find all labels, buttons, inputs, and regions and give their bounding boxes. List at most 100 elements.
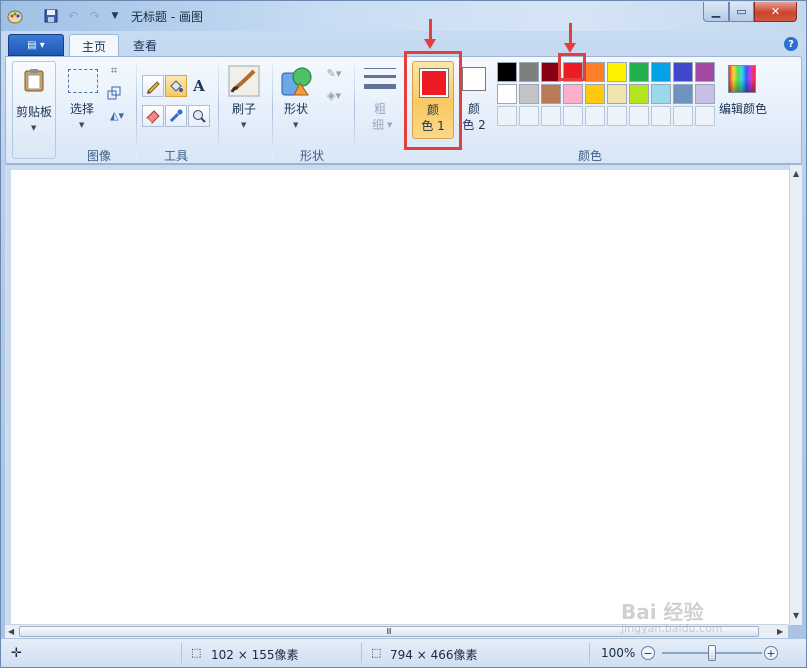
redo-icon[interactable]: ↷ [87,8,103,24]
color-picker-icon[interactable] [165,105,187,127]
palette-empty-slot[interactable] [673,106,693,126]
palette-empty-slot[interactable] [585,106,605,126]
scroll-down-icon[interactable]: ▼ [793,611,799,620]
zoom-out-icon[interactable]: − [641,646,655,660]
maximize-button[interactable]: ▭ [729,2,754,22]
magnifier-icon[interactable] [188,105,210,127]
fill-shape-icon[interactable]: ◈▾ [320,87,348,103]
selection-size: 102 × 155像素 [211,648,299,662]
image-group-label: 图像 [86,149,111,163]
clipboard-button[interactable]: 剪贴板 ▼ [12,61,56,159]
size-label-line1[interactable]: 粗 [366,101,394,117]
file-menu-button[interactable]: ▤ ▾ [8,34,64,56]
shapes-label[interactable]: 形状 [276,101,316,117]
annotation-arrowhead-swatch [564,43,576,53]
palette-empty-slot[interactable] [607,106,627,126]
scroll-right-icon[interactable]: ▶ [777,627,783,636]
paint-app-icon[interactable] [7,8,23,24]
palette-swatch[interactable] [651,84,671,104]
drawing-canvas[interactable] [11,170,791,625]
colors-group-label: 颜色 [577,149,602,163]
eraser-icon[interactable] [142,105,164,127]
palette-empty-slot[interactable] [541,106,561,126]
palette-swatch[interactable] [497,62,517,82]
palette-swatch[interactable] [585,84,605,104]
palette-swatch[interactable] [563,84,583,104]
brushes-label[interactable]: 刷子 [224,101,264,117]
status-bar: ✛ ⬚ 102 × 155像素 ⬚ 794 × 466像素 100% − + [1,638,806,667]
color2-swatch[interactable] [462,67,486,91]
pencil-icon[interactable] [142,75,164,97]
tab-view[interactable]: 查看 [121,34,169,57]
palette-empty-slot[interactable] [651,106,671,126]
clipboard-label: 剪贴板 [15,105,52,119]
tools-group-label: 工具 [163,149,188,163]
annotation-arrow-swatch [569,23,572,45]
brush-icon[interactable] [228,65,260,97]
select-dropdown-icon[interactable]: ▼ [79,121,84,129]
palette-empty-slot[interactable] [629,106,649,126]
vertical-scrollbar[interactable]: ▲ ▼ [789,165,802,625]
canvas-area: ▲ ▼ [5,164,802,625]
zoom-level: 100% [601,646,636,660]
ribbon-home: 剪贴板 ▼ 选择 ▼ ⌗ ◭▾ 图像 A 工具 刷子 ▼ 形状 ▼ ✎▾ ◈▾ … [5,51,802,164]
palette-empty-slot[interactable] [519,106,539,126]
palette-swatch[interactable] [673,84,693,104]
paint-window: ↶ ↷ ▼ 无标题 - 画图 ▁ ▭ ✕ ▤ ▾ 主页 查看 ? 剪贴板 ▼ 选… [0,0,807,668]
size-dropdown-icon[interactable]: ▼ [387,121,392,129]
color2-label-line2[interactable]: 色 2 [458,117,490,133]
size-icon[interactable] [364,67,396,95]
edit-colors-button[interactable]: 编辑颜色 [714,61,772,141]
palette-swatch[interactable] [695,84,715,104]
palette-empty-slot[interactable] [497,106,517,126]
help-icon[interactable]: ? [784,37,798,51]
palette-swatch[interactable] [607,62,627,82]
outline-icon[interactable]: ✎▾ [320,65,348,81]
tab-home[interactable]: 主页 [69,34,120,57]
undo-icon[interactable]: ↶ [65,8,81,24]
palette-swatch[interactable] [519,84,539,104]
rotate-icon[interactable]: ◭▾ [106,107,128,123]
select-label[interactable]: 选择 [64,101,100,117]
resize-icon[interactable] [106,85,122,101]
palette-swatch[interactable] [541,84,561,104]
palette-swatch[interactable] [497,84,517,104]
zoom-slider-thumb[interactable] [708,645,716,661]
watermark-sub: jingyan.baidu.com [621,622,723,635]
palette-swatch[interactable] [629,62,649,82]
cursor-position-icon: ✛ [11,646,22,661]
palette-swatch[interactable] [695,62,715,82]
color2-label-line1[interactable]: 颜 [460,101,488,117]
zoom-in-icon[interactable]: + [764,646,778,660]
palette-swatch[interactable] [585,62,605,82]
palette-empty-slot[interactable] [563,106,583,126]
scroll-left-icon[interactable]: ◀ [8,627,14,636]
save-icon[interactable] [43,8,59,24]
shapes-icon[interactable] [280,65,312,97]
palette-swatch[interactable] [651,62,671,82]
title-bar: ↶ ↷ ▼ 无标题 - 画图 ▁ ▭ ✕ [1,1,806,31]
palette-swatch[interactable] [673,62,693,82]
close-button[interactable]: ✕ [754,2,797,22]
separator [354,63,355,158]
shapes-dropdown-icon[interactable]: ▼ [293,121,298,129]
brushes-dropdown-icon[interactable]: ▼ [241,121,246,129]
crop-icon[interactable]: ⌗ [106,63,122,79]
palette-swatch[interactable] [629,84,649,104]
minimize-button[interactable]: ▁ [703,2,729,22]
status-divider [181,643,182,663]
text-tool-icon[interactable]: A [188,75,210,97]
canvas-size: 794 × 466像素 [390,648,478,662]
selection-size-icon: ⬚ [191,646,202,659]
palette-empty-slot[interactable] [695,106,715,126]
palette-swatch[interactable] [607,84,627,104]
annotation-arrowhead-color1 [424,39,436,49]
select-icon[interactable] [68,69,98,93]
palette-swatch[interactable] [519,62,539,82]
quick-access-dropdown-icon[interactable]: ▼ [107,8,123,24]
scroll-up-icon[interactable]: ▲ [793,169,799,178]
clipboard-icon [22,68,46,92]
fill-bucket-icon[interactable] [165,75,187,97]
shapes-group-label: 形状 [299,149,324,163]
edit-colors-label: 编辑颜色 [718,102,767,116]
